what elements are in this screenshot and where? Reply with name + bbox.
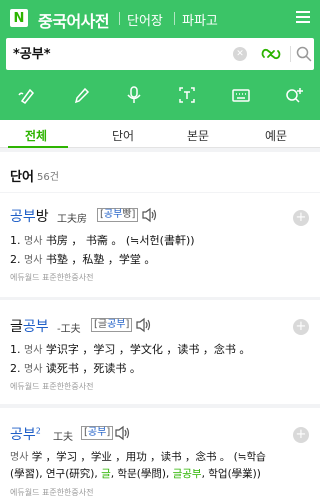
dictionary-source[interactable]: 에듀월드 표준한한중사전 xyxy=(10,272,94,283)
clear-icon[interactable]: ✕ xyxy=(233,47,247,61)
add-wordbook-button[interactable]: + xyxy=(293,427,309,443)
list-item: 공부2 工夫 [공부] + 명사 学 ，学习 ，学业 ，用功 ，读书 ，念书 。… xyxy=(0,408,320,501)
headword[interactable]: 공부2 xyxy=(10,424,41,444)
definition-line: 1. 명사 学识字 ，学习 ，学文化 ，读书 ，念书 。 xyxy=(10,343,251,356)
result-tabs: 전체 단어 본문 예문 xyxy=(0,120,320,148)
result-count: 56건 xyxy=(37,172,59,183)
speaker-icon[interactable] xyxy=(135,317,153,333)
app-header: N 중국어사전 단어장 파파고 ✕ xyxy=(0,0,320,120)
header-divider xyxy=(174,12,175,25)
definition-line: 명사 学 ，学习 ，学业 ，用功 ，读书 ，念书 。 (≒학습 xyxy=(10,451,266,463)
hanja: 工夫房 xyxy=(57,214,87,225)
hanja: -工夫 xyxy=(57,324,81,335)
papago-link[interactable]: 파파고 xyxy=(182,10,218,29)
speaker-icon[interactable] xyxy=(141,207,159,223)
pronunciation: [글공부] xyxy=(91,318,133,332)
headword[interactable]: 글공부 xyxy=(10,316,49,336)
link-icon[interactable] xyxy=(260,45,282,63)
search-icon[interactable] xyxy=(296,46,312,62)
word-section-header: 단어 56건 xyxy=(0,152,320,192)
pronunciation: [공부빵] xyxy=(97,208,139,222)
naver-logo[interactable]: N xyxy=(10,9,28,27)
pen-icon[interactable] xyxy=(69,83,93,107)
speaker-icon[interactable] xyxy=(114,425,132,441)
search-divider xyxy=(290,46,291,62)
tab-word[interactable]: 단어 xyxy=(112,127,134,144)
definition-line: (學習), 연구(研究), 글, 학문(學問), 글공부, 학업(學業)) xyxy=(10,468,261,480)
tab-all[interactable]: 전체 xyxy=(25,127,47,144)
keyboard-icon[interactable] xyxy=(229,83,253,107)
text-recognition-icon[interactable] xyxy=(175,83,199,107)
list-item: 글공부 -工夫 [글공부] + 1. 명사 学识字 ，学习 ，学文化 ，读书 ，… xyxy=(0,300,320,404)
search-plus-icon[interactable] xyxy=(283,83,307,107)
microphone-icon[interactable] xyxy=(122,83,146,107)
definition-line: 1. 명사 书房 ， 书斋 。 (≒서헌(書軒)) xyxy=(10,234,195,247)
hanja: 工夫 xyxy=(53,432,73,443)
menu-icon[interactable] xyxy=(296,11,310,23)
add-wordbook-button[interactable]: + xyxy=(293,319,309,335)
app-title[interactable]: 중국어사전 xyxy=(38,8,110,32)
active-tab-indicator xyxy=(8,146,68,148)
handwriting-icon[interactable] xyxy=(14,83,38,107)
search-bar: ✕ xyxy=(6,38,314,70)
search-input[interactable] xyxy=(13,45,213,60)
wordbook-link[interactable]: 단어장 xyxy=(127,10,163,29)
section-title: 단어 xyxy=(10,170,34,185)
definition-line: 2. 명사 读死书 ，死读书 。 xyxy=(10,362,141,375)
dictionary-source[interactable]: 에듀월드 표준한한중사전 xyxy=(10,487,94,498)
header-divider xyxy=(119,12,120,25)
input-tools xyxy=(0,80,320,110)
tab-body[interactable]: 본문 xyxy=(187,127,209,144)
dictionary-source[interactable]: 에듀월드 표준한한중사전 xyxy=(10,381,94,392)
pronunciation: [공부] xyxy=(81,426,114,440)
list-item: 공부방 工夫房 [공부빵] + 1. 명사 书房 ， 书斋 。 (≒서헌(書軒)… xyxy=(0,193,320,297)
add-wordbook-button[interactable]: + xyxy=(293,210,309,226)
tab-example[interactable]: 예문 xyxy=(265,127,287,144)
definition-line: 2. 명사 书塾 ，私塾 ，学堂 。 xyxy=(10,253,156,266)
headword[interactable]: 공부방 xyxy=(10,206,49,226)
